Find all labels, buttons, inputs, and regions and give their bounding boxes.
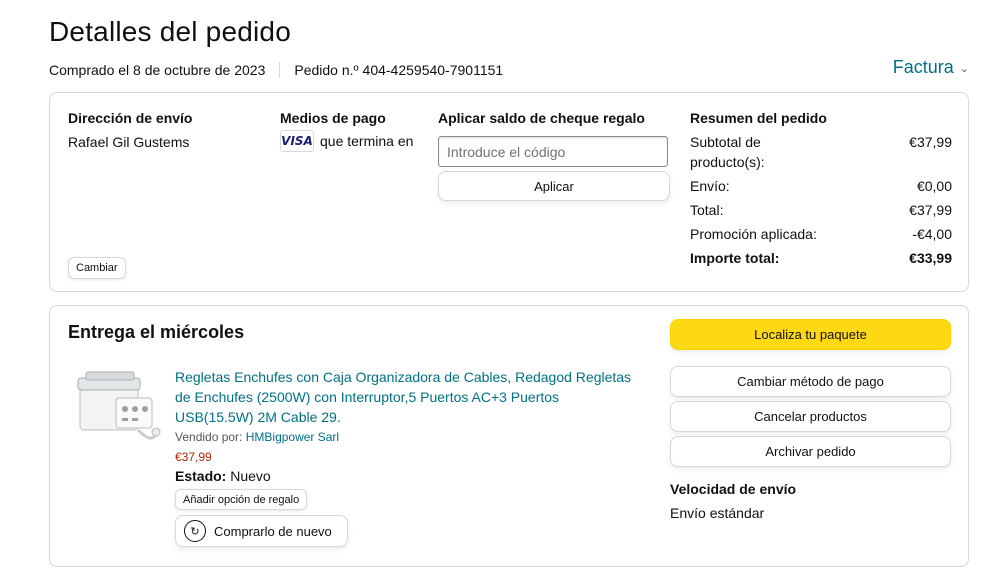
- summary-label: Importe total:: [690, 250, 780, 266]
- summary-line-promotion: Promoción aplicada: -€4,00: [690, 224, 952, 244]
- payment-method: VISA que termina en: [280, 130, 413, 152]
- summary-value: €37,99: [909, 202, 952, 218]
- order-info-card: Dirección de envío Rafael Gil Gustems Me…: [49, 92, 969, 292]
- summary-label: Envío:: [690, 178, 730, 194]
- cancel-items-button[interactable]: Cancelar productos: [670, 401, 951, 432]
- product-image[interactable]: [72, 368, 164, 452]
- product-info: Regletas Enchufes con Caja Organizadora …: [175, 367, 635, 547]
- product-state: Estado: Nuevo: [175, 468, 635, 484]
- payment-section: Medios de pago VISA que termina en: [280, 110, 413, 152]
- purchase-date: Comprado el 8 de octubre de 2023: [49, 62, 266, 78]
- gift-code-input[interactable]: [438, 136, 668, 167]
- card-ending-text: que termina en: [320, 133, 414, 149]
- shipping-section: Dirección de envío Rafael Gil Gustems: [68, 110, 192, 150]
- shipping-speed: Velocidad de envío Envío estándar: [670, 481, 951, 521]
- chevron-down-icon: ⌄: [959, 63, 969, 75]
- gift-card-heading: Aplicar saldo de cheque regalo: [438, 110, 645, 126]
- archive-order-button[interactable]: Archivar pedido: [670, 436, 951, 467]
- order-meta: Comprado el 8 de octubre de 2023 Pedido …: [49, 62, 503, 78]
- summary-value: -€4,00: [912, 226, 952, 242]
- summary-line-subtotal: Subtotal de producto(s): €37,99: [690, 132, 952, 172]
- summary-label: Promoción aplicada:: [690, 226, 817, 242]
- summary-label: Subtotal de producto(s):: [690, 134, 765, 170]
- delivery-heading: Entrega el miércoles: [68, 322, 245, 342]
- shipping-speed-value: Envío estándar: [670, 505, 765, 521]
- summary-heading: Resumen del pedido: [690, 110, 827, 126]
- order-number: Pedido n.º 404-4259540-7901151: [294, 62, 504, 78]
- product-price: €37,99: [175, 450, 212, 464]
- visa-icon: VISA: [280, 130, 314, 152]
- change-payment-button[interactable]: Cambiar método de pago: [670, 366, 951, 397]
- order-summary: Resumen del pedido Subtotal de producto(…: [690, 110, 952, 272]
- summary-value: €0,00: [916, 178, 952, 194]
- track-package-button[interactable]: Localiza tu paquete: [670, 319, 951, 350]
- seller-link[interactable]: HMBigpower Sarl: [246, 430, 339, 444]
- apply-button[interactable]: Aplicar: [438, 171, 670, 201]
- invoice-dropdown[interactable]: Factura ⌄: [893, 57, 969, 78]
- invoice-label: Factura: [892, 57, 954, 77]
- rebuy-icon: ↻: [184, 520, 206, 542]
- state-label: Estado:: [175, 468, 227, 484]
- summary-value: €37,99: [909, 134, 952, 150]
- summary-line-shipping: Envío: €0,00: [690, 176, 952, 196]
- shipping-heading: Dirección de envío: [68, 110, 193, 126]
- gift-card-section: Aplicar saldo de cheque regalo Aplicar: [438, 110, 670, 201]
- summary-line-grand-total: Importe total: €33,99: [690, 248, 952, 268]
- shipping-speed-heading: Velocidad de envío: [670, 481, 797, 497]
- seller-prefix: Vendido por:: [175, 430, 243, 444]
- shipping-name: Rafael Gil Gustems: [68, 134, 190, 150]
- payment-heading: Medios de pago: [280, 110, 386, 126]
- order-actions: Localiza tu paquete Cambiar método de pa…: [670, 319, 951, 521]
- product-title-link[interactable]: Regletas Enchufes con Caja Organizadora …: [175, 367, 635, 427]
- buy-again-button[interactable]: ↻ Comprarlo de nuevo: [175, 515, 348, 547]
- summary-value: €33,99: [909, 250, 952, 266]
- summary-line-total: Total: €37,99: [690, 200, 952, 220]
- buy-again-label: Comprarlo de nuevo: [214, 523, 332, 539]
- page-title: Detalles del pedido: [49, 16, 291, 47]
- change-address-button[interactable]: Cambiar: [68, 257, 126, 279]
- seller-line: Vendido por: HMBigpower Sarl: [175, 430, 635, 444]
- delivery-card: Entrega el miércoles Regletas Enchufes c…: [49, 305, 969, 567]
- add-gift-option-button[interactable]: Añadir opción de regalo: [175, 489, 308, 510]
- state-value: Nuevo: [230, 468, 271, 484]
- summary-label: Total:: [690, 202, 724, 218]
- meta-divider: [279, 62, 281, 78]
